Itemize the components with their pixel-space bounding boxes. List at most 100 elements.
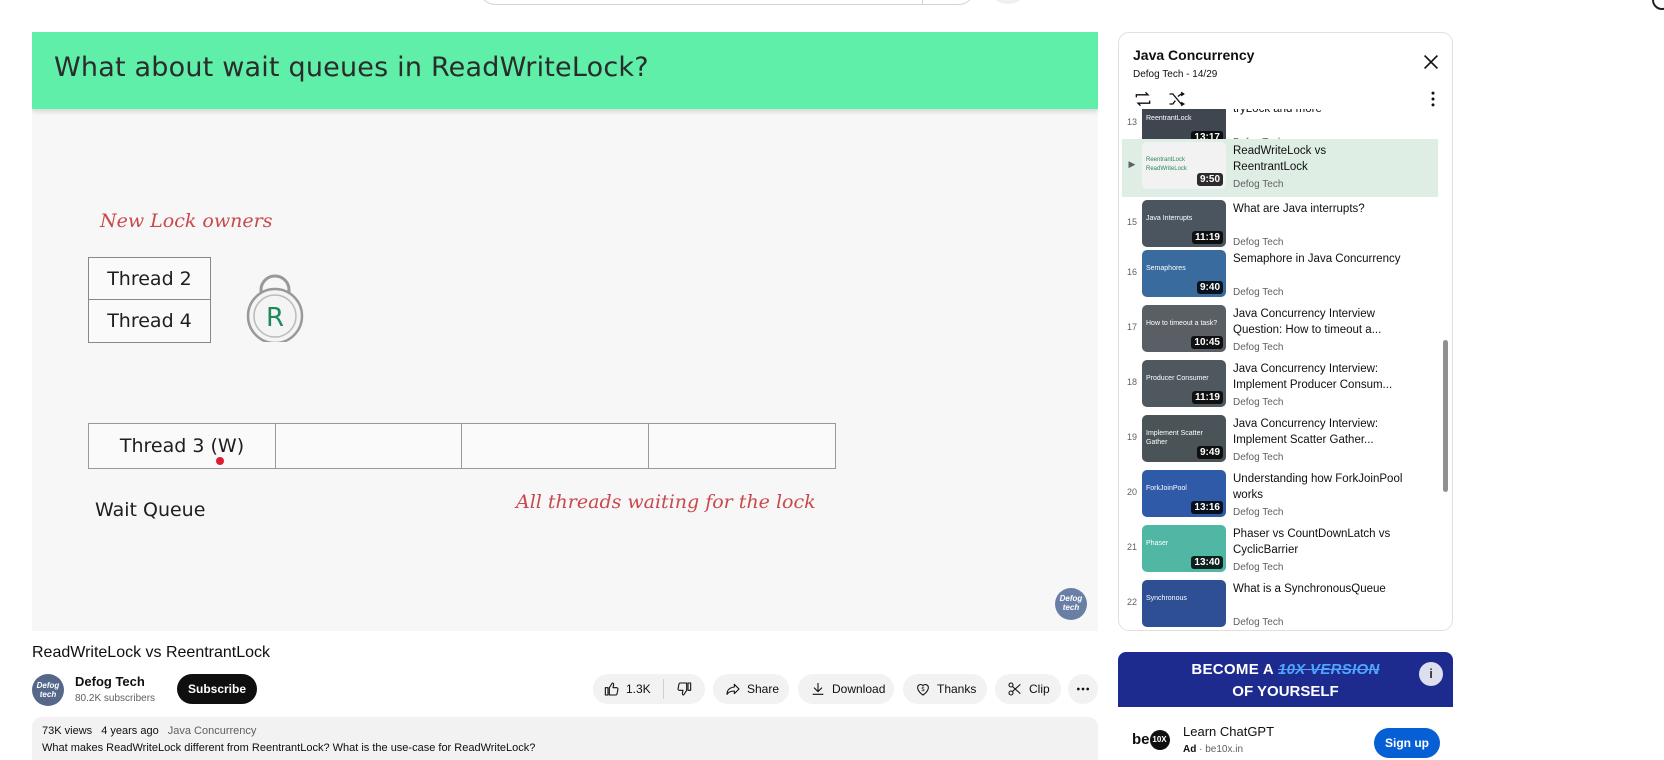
share-label: Share xyxy=(747,682,780,696)
playlist-item-thumbnail[interactable]: How to timeout a task? 10:45 xyxy=(1142,305,1226,352)
playlist-item-index: 22 xyxy=(1126,597,1137,607)
playlist-item-thumbnail[interactable]: ForkJoinPool 13:16 xyxy=(1142,470,1226,517)
playlist-item-index: 18 xyxy=(1126,377,1137,387)
playlist-item-channel: Defog Tech xyxy=(1233,179,1284,190)
channel-watermark[interactable]: Defog tech xyxy=(1055,588,1087,620)
playlist-item-duration: 9:49 xyxy=(1196,446,1223,459)
search-divider xyxy=(922,0,923,4)
account-avatar[interactable] xyxy=(1652,0,1664,10)
description-playlist-link[interactable]: Java Concurrency xyxy=(168,725,257,737)
owner-thread-box: Thread 2 xyxy=(88,257,211,301)
playlist-item-index: ▶ xyxy=(1128,159,1136,169)
search-bar[interactable] xyxy=(478,0,976,5)
playlist-item-title[interactable]: Phaser vs CountDownLatch vs CyclicBarrie… xyxy=(1233,526,1403,558)
thanks-label: Thanks xyxy=(937,682,977,696)
upload-age: 4 years ago xyxy=(101,725,159,737)
like-button[interactable]: 1.3K xyxy=(593,674,663,704)
close-icon[interactable] xyxy=(1420,51,1442,73)
thumbnail-text: ForkJoinPool xyxy=(1146,485,1187,492)
playlist-item-channel: Defog Tech xyxy=(1233,287,1284,298)
info-icon[interactable]: i xyxy=(1419,662,1443,686)
playlist-item-title[interactable]: Understanding how ForkJoinPool works xyxy=(1233,471,1403,503)
sidebar-ad[interactable]: BECOME A 10X VERSION OF YOURSELF i be 10X… xyxy=(1118,652,1453,760)
video-title: ReadWriteLock vs ReentrantLock xyxy=(32,644,271,661)
playlist-item[interactable]: 17 How to timeout a task? 10:45 Java Concur… xyxy=(1122,302,1438,360)
super-thanks-icon: $ xyxy=(917,684,929,696)
playlist-item[interactable]: 22 Synchronous What is a SynchronousQueue D… xyxy=(1122,577,1438,630)
queue-cell xyxy=(647,423,836,469)
playlist-item-channel: Defog Tech xyxy=(1233,617,1284,628)
ad-banner[interactable]: BECOME A 10X VERSION OF YOURSELF i xyxy=(1118,652,1453,707)
scissors-icon xyxy=(1008,682,1021,696)
thumbnail-text: Implement Scatter Gather xyxy=(1146,430,1203,446)
queue-cell: Thread 3 (W) xyxy=(88,423,276,469)
clip-button[interactable]: Clip xyxy=(995,674,1061,704)
playlist-item-duration: 13:40 xyxy=(1191,556,1223,569)
playlist-item-index: 21 xyxy=(1126,542,1137,552)
share-button[interactable]: Share xyxy=(713,674,789,704)
more-actions-button[interactable] xyxy=(1068,674,1098,704)
playlist-item[interactable]: 18 Producer Consumer 11:19 Java Concurrency… xyxy=(1122,357,1438,415)
playlist-more-icon[interactable] xyxy=(1423,89,1443,109)
playlist-item-index: 16 xyxy=(1126,267,1137,277)
thumbnail-text: Phaser xyxy=(1146,540,1169,547)
sign-up-button[interactable]: Sign up xyxy=(1374,728,1440,758)
playlist-item-index: 17 xyxy=(1126,322,1137,332)
thumbnail-text: Producer Consumer xyxy=(1146,375,1209,382)
playlist-scrollbar[interactable] xyxy=(1443,340,1448,492)
playlist-items: 13ReentrantLock13:17tryLock and moreDefo… xyxy=(1119,109,1452,630)
playlist-item[interactable]: 21 Phaser 13:40 Phaser vs CountDownLatch vs… xyxy=(1122,522,1438,580)
playlist-item-thumbnail[interactable]: Implement Scatter Gather 9:49 xyxy=(1142,415,1226,462)
loop-icon[interactable] xyxy=(1133,89,1153,109)
thanks-button[interactable]: $ Thanks xyxy=(903,674,987,704)
download-button[interactable]: Download xyxy=(798,674,894,704)
subscribe-button[interactable]: Subscribe xyxy=(177,674,257,704)
playlist-item-thumbnail[interactable]: Phaser 13:40 xyxy=(1142,525,1226,572)
more-horizontal-icon xyxy=(1077,687,1089,691)
video-player[interactable]: What about wait queues in ReadWriteLock?… xyxy=(32,32,1098,631)
like-dislike-group: 1.3K xyxy=(593,674,705,704)
playlist-item-thumbnail[interactable]: Java Interrupts 11:19 xyxy=(1142,200,1226,247)
voice-search-button[interactable] xyxy=(991,0,1025,4)
description-box[interactable]: 73K views 4 years ago Java Concurrency W… xyxy=(32,717,1098,760)
download-label: Download xyxy=(832,682,886,696)
channel-name[interactable]: Defog Tech xyxy=(75,674,145,689)
playlist-item-channel: Defog Tech xyxy=(1233,397,1284,408)
ad-headline: BECOME A 10X VERSION xyxy=(1118,661,1453,678)
playlist-item-title[interactable]: What are Java interrupts? xyxy=(1233,201,1403,217)
ad-label: Ad xyxy=(1183,744,1197,755)
thumbnail-text: ReentrantLock ReadWriteLock xyxy=(1146,157,1187,172)
playlist-item-title[interactable]: tryLock and more xyxy=(1233,109,1403,117)
advertiser-logo: be 10X xyxy=(1132,730,1170,750)
dislike-button[interactable] xyxy=(664,674,704,704)
playlist-item[interactable]: 19 Implement Scatter Gather 9:49 Java Concu… xyxy=(1122,412,1438,470)
svg-text:$: $ xyxy=(921,686,925,693)
playlist-subtitle: Defog Tech - 14/29 xyxy=(1133,69,1218,80)
queue-cell xyxy=(274,423,463,469)
ad-headline-line2: OF YOURSELF xyxy=(1232,683,1339,700)
playlist-item-thumbnail[interactable]: Producer Consumer 11:19 xyxy=(1142,360,1226,407)
playlist-item-thumbnail[interactable]: Semaphores 9:40 xyxy=(1142,250,1226,297)
playlist-item-title[interactable]: Java Concurrency Interview: Implement Sc… xyxy=(1233,416,1403,448)
playlist-item-thumbnail[interactable]: Synchronous xyxy=(1142,580,1226,627)
playlist-item-thumbnail[interactable]: ReentrantLock ReadWriteLock 9:50 xyxy=(1142,142,1226,189)
playlist-item[interactable]: 20 ForkJoinPool 13:16 Understanding how For… xyxy=(1122,467,1438,525)
playlist-item-title[interactable]: Java Concurrency Interview: Implement Pr… xyxy=(1233,361,1403,393)
description-text: What makes ReadWriteLock different from … xyxy=(42,742,536,754)
shuffle-icon[interactable] xyxy=(1167,89,1187,109)
watermark-text: Defog tech xyxy=(1059,594,1083,612)
download-icon xyxy=(812,683,824,695)
playlist-item[interactable]: 16 Semaphores 9:40 Semaphore in Java Concur… xyxy=(1122,247,1438,305)
advertiser-name: Learn ChatGPT xyxy=(1183,724,1275,739)
like-count: 1.3K xyxy=(626,682,651,696)
playlist-item-title[interactable]: Semaphore in Java Concurrency xyxy=(1233,251,1403,267)
thumbs-down-icon xyxy=(677,682,692,696)
slide-banner: What about wait queues in ReadWriteLock? xyxy=(32,32,1098,109)
playlist-item-title[interactable]: ReadWriteLock vs ReentrantLock xyxy=(1233,143,1403,175)
playlist-item[interactable]: ▶ ReentrantLock ReadWriteLock 9:50 ReadWrit… xyxy=(1122,139,1438,197)
read-lock-icon: R xyxy=(245,270,305,347)
channel-avatar[interactable]: Defog tech xyxy=(32,674,64,706)
playlist-item-title[interactable]: Java Concurrency Interview Question: How… xyxy=(1233,306,1403,338)
playlist-title[interactable]: Java Concurrency xyxy=(1133,47,1254,63)
playlist-item-title[interactable]: What is a SynchronousQueue xyxy=(1233,581,1403,597)
